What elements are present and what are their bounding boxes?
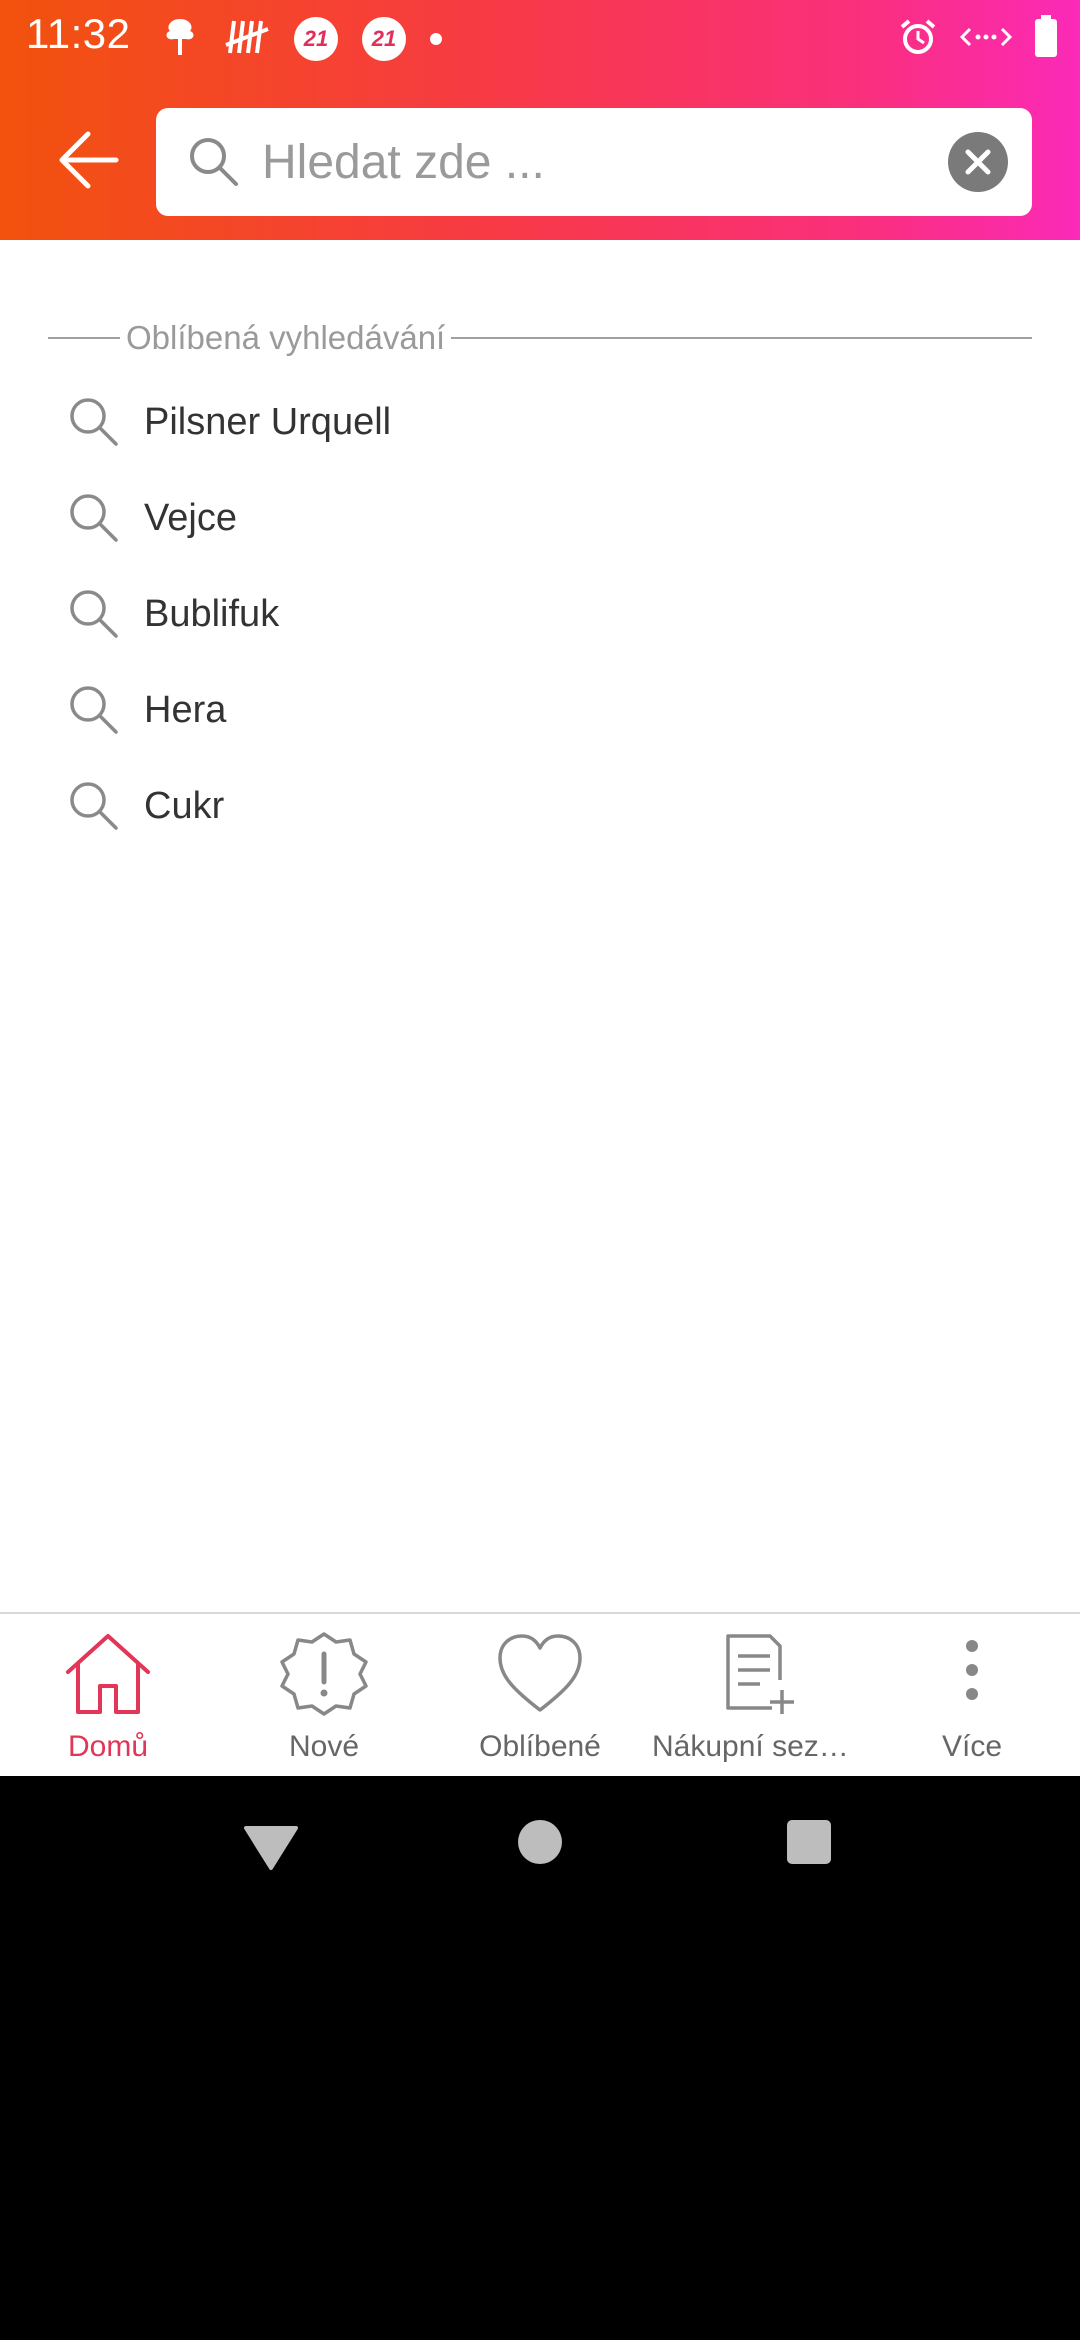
shopping-list-add-icon — [710, 1628, 802, 1720]
favorites-section-header: Oblíbená vyhledávání — [48, 318, 1032, 358]
nav-item-shopping-list[interactable]: Nákupní sezn... — [648, 1614, 864, 1776]
favorite-search-label: Vejce — [144, 496, 237, 539]
content: Oblíbená vyhledávání Pilsner Urquell Vej… — [0, 240, 1080, 1612]
data-saver-icon — [959, 19, 1013, 60]
alarm-icon — [898, 17, 938, 62]
home-icon — [62, 1628, 154, 1720]
system-navigation-bar — [0, 1776, 1080, 1924]
favorite-search-item[interactable]: Cukr — [0, 758, 1080, 854]
favorite-search-label: Hera — [144, 688, 227, 731]
favorite-searches-list: Pilsner Urquell Vejce Bublifuk Hera Cukr — [0, 374, 1080, 854]
arrow-back-icon — [59, 131, 119, 189]
nav-label: Nákupní sezn... — [652, 1730, 861, 1763]
divider — [48, 337, 120, 339]
favorite-search-label: Bublifuk — [144, 592, 280, 635]
screen: 11:32 21 21 Hledat zde ... Oblíbená vyhl… — [0, 0, 1080, 2340]
favorite-search-label: Cukr — [144, 784, 225, 827]
nav-item-new[interactable]: Nové — [216, 1614, 432, 1776]
divider — [451, 337, 1032, 339]
nav-item-favorites[interactable]: Oblíbené — [432, 1614, 648, 1776]
notification-icons: 21 21 — [160, 14, 442, 64]
triangle-back-icon — [244, 1826, 298, 1870]
notification-app-icon — [160, 15, 200, 64]
search-icon — [66, 682, 122, 738]
more-notifications-dot — [430, 33, 442, 45]
heart-icon — [494, 1628, 586, 1720]
nav-label: Nové — [288, 1730, 360, 1763]
bottom-navigation: Domů Nové Oblíbené Nákupní sezn... Více — [0, 1612, 1080, 1776]
back-button[interactable] — [52, 120, 132, 200]
system-icons — [898, 14, 1058, 64]
search-icon — [66, 586, 122, 642]
badge-icon: 21 — [362, 17, 406, 61]
section-title: Oblíbená vyhledávání — [126, 319, 446, 356]
nav-label: Domů — [67, 1730, 149, 1763]
battery-icon — [1034, 14, 1058, 64]
search-icon — [66, 490, 122, 546]
close-icon — [965, 149, 991, 175]
tally-icon — [224, 17, 270, 62]
more-vertical-icon — [926, 1628, 1018, 1720]
search-input[interactable] — [262, 124, 942, 200]
favorite-search-label: Pilsner Urquell — [144, 400, 392, 443]
new-badge-icon — [278, 1628, 370, 1720]
favorite-search-item[interactable]: Bublifuk — [0, 566, 1080, 662]
status-time: 11:32 — [26, 10, 131, 57]
nav-label: Oblíbené — [479, 1730, 601, 1763]
search-box[interactable] — [156, 108, 1032, 216]
nav-item-more[interactable]: Více — [864, 1614, 1080, 1776]
search-icon — [66, 778, 122, 834]
system-recents-button[interactable] — [787, 1820, 831, 1864]
favorite-search-item[interactable]: Vejce — [0, 470, 1080, 566]
system-home-button[interactable] — [518, 1820, 562, 1864]
header: 11:32 21 21 — [0, 0, 1080, 240]
system-back-button[interactable] — [242, 1824, 300, 1872]
favorite-search-item[interactable]: Pilsner Urquell — [0, 374, 1080, 470]
favorite-search-item[interactable]: Hera — [0, 662, 1080, 758]
search-icon — [186, 134, 242, 190]
status-bar: 11:32 21 21 — [0, 0, 1080, 80]
search-icon — [66, 394, 122, 450]
nav-label: Více — [941, 1730, 1003, 1763]
badge-icon: 21 — [294, 17, 338, 61]
nav-item-home[interactable]: Domů — [0, 1614, 216, 1776]
clear-search-button[interactable] — [948, 132, 1008, 192]
